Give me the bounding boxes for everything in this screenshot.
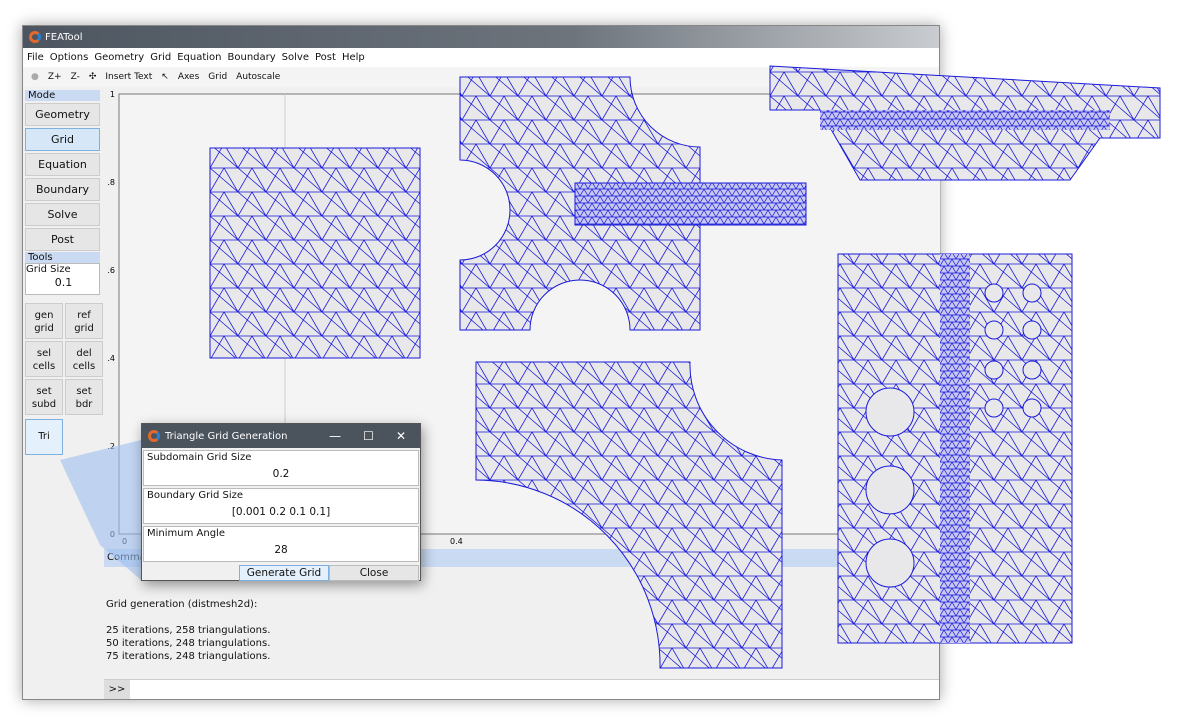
- featool-logo-icon: [148, 430, 160, 442]
- triangle-grid-dialog: Triangle Grid Generation — ☐ ✕ Subdomain G…: [141, 423, 421, 581]
- minimize-icon[interactable]: —: [329, 429, 341, 443]
- field-value[interactable]: 28: [144, 544, 418, 556]
- plate-fine-band: [940, 254, 970, 643]
- field-label: Subdomain Grid Size: [147, 452, 252, 463]
- close-button[interactable]: Close: [329, 565, 419, 581]
- field-label: Boundary Grid Size: [147, 490, 244, 501]
- dialog-field-minimum-angle[interactable]: Minimum Angle 28: [143, 526, 419, 562]
- dialog-callout: [60, 440, 141, 580]
- field-label: Minimum Angle: [147, 528, 225, 539]
- maximize-icon[interactable]: ☐: [363, 429, 374, 443]
- dialog-title-bar: Triangle Grid Generation — ☐ ✕: [142, 424, 420, 448]
- beam-fine-mesh: [820, 110, 1110, 130]
- field-value[interactable]: [0.001 0.2 0.1 0.1]: [144, 506, 418, 518]
- field-value[interactable]: 0.2: [144, 468, 418, 480]
- quarter-plate-mesh: [475, 361, 783, 669]
- generate-grid-button[interactable]: Generate Grid: [239, 565, 329, 581]
- close-icon[interactable]: ✕: [396, 429, 406, 443]
- square-mesh: [209, 147, 421, 359]
- dialog-field-subdomain-grid-size[interactable]: Subdomain Grid Size 0.2: [143, 450, 419, 486]
- dialog-title: Triangle Grid Generation: [165, 430, 288, 442]
- bar-mesh: [574, 182, 807, 226]
- mesh-overlays: [60, 65, 1161, 669]
- dialog-field-boundary-grid-size[interactable]: Boundary Grid Size [0.001 0.2 0.1 0.1]: [143, 488, 419, 524]
